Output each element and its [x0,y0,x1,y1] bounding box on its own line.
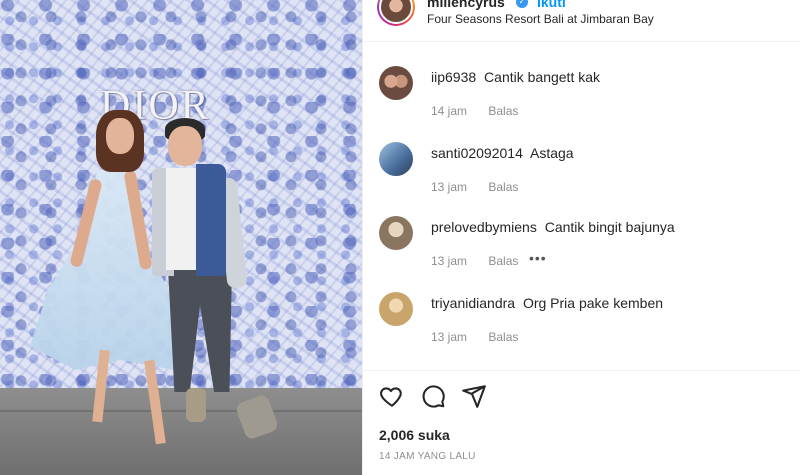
avatar[interactable] [379,292,413,326]
woman-face [106,118,134,154]
post-actions: 2,006 suka 14 JAM YANG LALU [363,370,800,475]
verified-badge-icon: ✓ [516,0,528,8]
heart-icon[interactable] [379,383,405,409]
comment-username[interactable]: santi02092014 [431,145,523,161]
reply-button[interactable]: Balas [488,330,518,344]
comment-meta: 13 jam Balas [431,254,536,268]
follow-button[interactable]: Ikuti [537,0,566,10]
comment-text: prelovedbymiens Cantik bingit bajunya [431,219,675,235]
comment-body: Cantik bangett kak [484,69,601,85]
comment-item: iip6938 Cantik bangett kak 14 jam Balas [363,56,800,126]
comment-icon[interactable] [420,383,446,409]
avatar[interactable] [379,216,413,250]
post-side-panel: millencyrus ✓ Ikuti Four Seasons Resort … [362,0,800,475]
post-location[interactable]: Four Seasons Resort Bali at Jimbaran Bay [427,12,654,26]
comment-body: Astaga [530,145,574,161]
comment-text: triyanidiandra Org Pria pake kemben [431,295,663,311]
comment-meta: 13 jam Balas [431,180,536,194]
comment-item: prelovedbymiens Cantik bingit bajunya 13… [363,206,800,276]
comment-text: iip6938 Cantik bangett kak [431,69,600,85]
comment-username[interactable]: triyanidiandra [431,295,515,311]
man-shoe [186,388,206,422]
avatar[interactable] [379,66,413,100]
man-pants [168,268,232,392]
comment-text: santi02092014 Astaga [431,145,574,161]
share-icon[interactable] [461,383,487,409]
comment-username[interactable]: prelovedbymiens [431,219,537,235]
comment-item: triyanidiandra Org Pria pake kemben 13 j… [363,282,800,352]
avatar[interactable] [377,0,415,26]
reply-button[interactable]: Balas [488,254,518,268]
more-horizontal-icon[interactable]: ••• [529,250,547,266]
man-vest [196,164,226,276]
post-header: millencyrus ✓ Ikuti Four Seasons Resort … [363,0,800,42]
comment-time[interactable]: 13 jam [431,330,467,344]
man-face [168,126,202,166]
comment-item: santi02092014 Astaga 13 jam Balas [363,132,800,202]
comment-body: Cantik bingit bajunya [544,219,675,235]
comment-body: Org Pria pake kemben [522,295,664,311]
reply-button[interactable]: Balas [488,180,518,194]
comment-meta: 13 jam Balas [431,330,536,344]
comment-meta: 14 jam Balas [431,104,536,118]
like-count[interactable]: 2,006 suka [379,427,450,443]
comment-time[interactable]: 13 jam [431,180,467,194]
comment-time[interactable]: 13 jam [431,254,467,268]
comment-username[interactable]: iip6938 [431,69,476,85]
post-author-username[interactable]: millencyrus [427,0,505,10]
post-timestamp: 14 JAM YANG LALU [379,451,476,462]
reply-button[interactable]: Balas [488,104,518,118]
post-photo[interactable]: DIOR [0,0,362,475]
comment-time[interactable]: 14 jam [431,104,467,118]
avatar[interactable] [379,142,413,176]
photo-floor [0,388,362,475]
